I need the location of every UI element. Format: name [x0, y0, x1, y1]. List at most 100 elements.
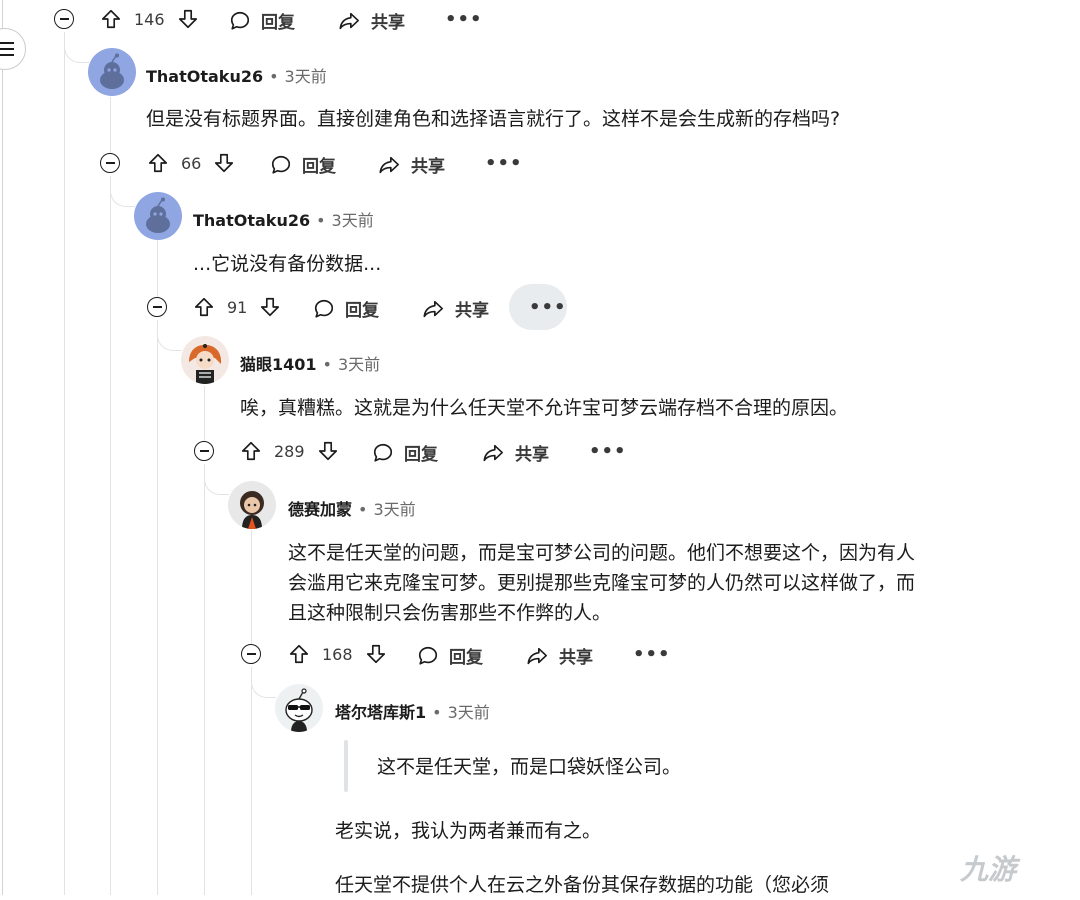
comment-meta: 猫眼1401 • 3天前 [240, 355, 381, 374]
avatar-icon [285, 688, 313, 732]
vote-group: 289 [240, 440, 339, 462]
sidebar-menu-button[interactable] [0, 28, 26, 70]
avatar[interactable] [88, 48, 136, 96]
reply-button[interactable]: 回复 [372, 440, 438, 465]
more-button[interactable]: ••• [529, 299, 567, 317]
share-button[interactable]: 共享 [377, 152, 445, 177]
comment-line: 会滥用它来克隆宝可梦。更别提那些克隆宝可梦的人仍然可以这样做了，而 [288, 572, 916, 594]
upvote-icon[interactable] [147, 152, 169, 174]
share-button[interactable]: 共享 [337, 8, 405, 33]
comment-meta: ThatOtaku26 • 3天前 [146, 67, 327, 86]
thread-connector [204, 464, 229, 495]
more-button[interactable]: ••• [633, 646, 671, 664]
thread-line [110, 97, 111, 157]
comment-line: 这不是任天堂的问题，而是宝可梦公司的问题。他们不想要这个，因为有人 [288, 542, 916, 564]
avatar[interactable] [228, 481, 276, 529]
menu-icon [0, 42, 14, 56]
comment-body: 唉，真糟糕。这就是为什么任天堂不允许宝可梦云端存档不合理的原因。 [240, 397, 849, 419]
reply-button[interactable]: 回复 [313, 296, 379, 321]
share-button[interactable]: 共享 [481, 440, 549, 465]
upvote-icon[interactable] [240, 440, 262, 462]
comment-body: ...它说没有备份数据... [193, 253, 382, 275]
avatar-icon [100, 53, 124, 89]
reply-button[interactable]: 回复 [417, 643, 483, 668]
timestamp[interactable]: 3天前 [332, 211, 374, 230]
collapse-button[interactable] [194, 441, 214, 461]
vote-count: 66 [181, 153, 202, 173]
more-button[interactable]: ••• [485, 155, 523, 173]
comment-meta: 塔尔塔库斯1 • 3天前 [335, 703, 490, 722]
reply-button[interactable]: 回复 [270, 152, 336, 177]
avatar-icon [240, 491, 264, 529]
vote-count: 289 [274, 441, 305, 461]
comment-icon [271, 155, 291, 174]
share-icon [379, 156, 399, 173]
thread-connector [251, 667, 276, 698]
timestamp[interactable]: 3天前 [373, 500, 415, 519]
comment-body: 老实说，我认为两者兼而有之。 [335, 820, 602, 842]
avatar[interactable] [134, 192, 182, 240]
comment-line: 且这种限制只会伤害那些不作弊的人。 [288, 602, 612, 624]
timestamp[interactable]: 3天前 [448, 703, 490, 722]
avatar[interactable] [275, 684, 323, 732]
collapse-button[interactable] [147, 297, 167, 317]
share-icon [483, 444, 503, 461]
timestamp[interactable]: 3天前 [285, 67, 327, 86]
thread-connector [110, 176, 135, 207]
thread-line [157, 320, 158, 895]
vote-group: 168 [288, 643, 387, 665]
vote-count: 168 [322, 644, 353, 664]
frame-border [2, 0, 3, 895]
author-name[interactable]: 德赛加蒙 [288, 500, 352, 519]
author-name[interactable]: ThatOtaku26 [146, 67, 263, 86]
upvote-icon[interactable] [288, 643, 310, 665]
author-name[interactable]: ThatOtaku26 [193, 211, 310, 230]
blockquote-bar [344, 740, 348, 792]
thread-line [157, 240, 158, 300]
thread-line [251, 667, 252, 895]
thread-line [110, 176, 111, 895]
comment-icon [373, 443, 393, 462]
author-name[interactable]: 猫眼1401 [240, 355, 317, 374]
vote-group: 146 [100, 8, 199, 30]
vote-group: 66 [147, 152, 235, 174]
vote-count: 91 [227, 297, 248, 317]
comment-body: 任天堂不提供个人在云之外备份其保存数据的功能（您必须 [335, 874, 830, 896]
share-icon [339, 12, 359, 29]
share-icon [527, 647, 547, 664]
comment-meta: 德赛加蒙 • 3天前 [288, 500, 416, 519]
thread-connector [64, 32, 89, 63]
vote-group: 91 [193, 296, 281, 318]
avatar-icon [146, 197, 170, 233]
downvote-icon[interactable] [365, 643, 387, 665]
share-button[interactable]: 共享 [525, 643, 593, 668]
thread-line [251, 530, 252, 644]
comment-icon [314, 299, 334, 318]
author-name[interactable]: 塔尔塔库斯1 [335, 703, 426, 722]
reply-button[interactable]: 回复 [229, 8, 295, 33]
comment-icon [418, 646, 438, 665]
thread-connector [157, 320, 182, 351]
more-button[interactable]: ••• [589, 443, 627, 461]
downvote-icon[interactable] [259, 296, 281, 318]
watermark-logo: 九游 [960, 853, 1017, 886]
comment-body: 这不是任天堂的问题，而是宝可梦公司的问题。他们不想要这个，因为有人 会滥用它来克… [288, 538, 915, 628]
avatar[interactable] [181, 336, 229, 384]
more-button[interactable]: ••• [445, 11, 483, 29]
upvote-icon[interactable] [100, 8, 122, 30]
downvote-icon[interactable] [317, 440, 339, 462]
collapse-button[interactable] [100, 153, 120, 173]
upvote-icon[interactable] [193, 296, 215, 318]
thread-line [204, 386, 205, 441]
comment-body: 但是没有标题界面。直接创建角色和选择语言就行了。这样不是会生成新的存档吗? [146, 108, 841, 130]
share-button[interactable]: 共享 [421, 296, 489, 321]
vote-count: 146 [134, 9, 165, 29]
comment-meta: ThatOtaku26 • 3天前 [193, 211, 374, 230]
collapse-button[interactable] [241, 644, 261, 664]
downvote-icon[interactable] [213, 152, 235, 174]
timestamp[interactable]: 3天前 [338, 355, 380, 374]
collapse-button[interactable] [54, 9, 74, 29]
thread-line [204, 464, 205, 895]
avatar-icon [189, 344, 222, 384]
downvote-icon[interactable] [177, 8, 199, 30]
